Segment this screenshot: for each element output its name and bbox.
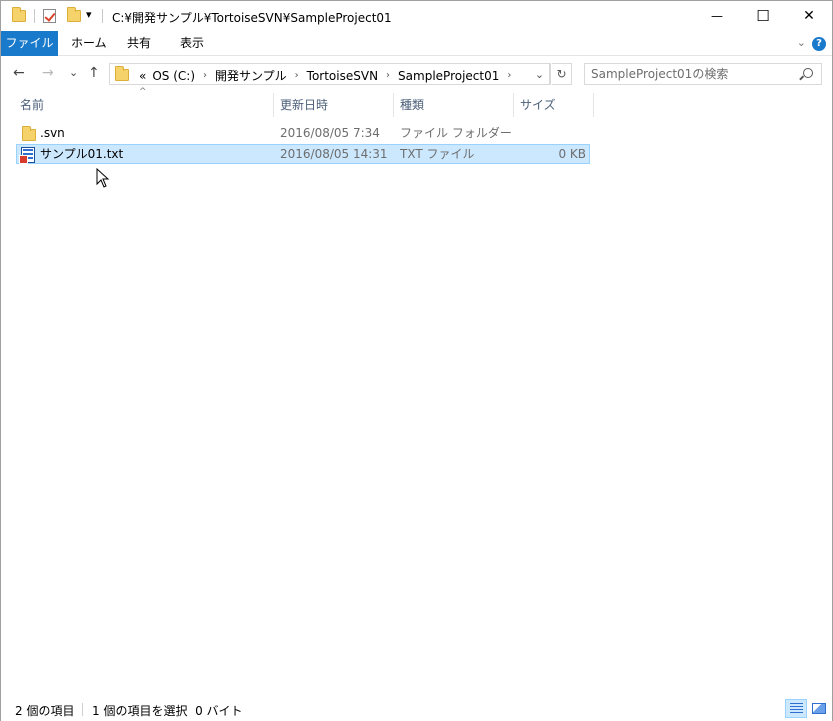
ribbon-tabs: ファイル ホーム 共有 表示 ⌄ ? — [1, 31, 832, 56]
close-button[interactable]: ✕ — [786, 1, 832, 31]
chevron-right-icon[interactable]: › — [291, 70, 303, 81]
breadcrumb-overflow[interactable]: « — [135, 69, 148, 83]
recent-locations-icon[interactable]: ⌄ — [69, 66, 78, 79]
quick-access-dropdown-icon[interactable]: ▾ — [86, 8, 92, 21]
breadcrumb-drive[interactable]: OS (C:) — [148, 69, 199, 83]
mouse-cursor-icon — [96, 168, 110, 188]
address-bar[interactable]: « OS (C:) › 開発サンプル › TortoiseSVN › Sampl… — [109, 63, 551, 85]
text-file-icon — [19, 147, 35, 164]
window-title: C:¥開発サンプル¥TortoiseSVN¥SampleProject01 — [112, 11, 392, 25]
refresh-icon[interactable]: ↻ — [552, 63, 572, 85]
properties-checkmark-icon[interactable] — [43, 9, 56, 23]
chevron-right-icon[interactable]: › — [382, 70, 394, 81]
file-size: 0 KB — [558, 147, 586, 161]
search-icon[interactable] — [803, 68, 813, 78]
explorer-window: ▾ C:¥開発サンプル¥TortoiseSVN¥SampleProject01 … — [0, 0, 833, 721]
maximize-button[interactable]: ☐ — [740, 1, 786, 31]
file-row[interactable]: .svn 2016/08/05 7:34 ファイル フォルダー — [16, 123, 590, 143]
column-header-type[interactable]: 種類 — [394, 93, 514, 117]
file-modified: 2016/08/05 7:34 — [280, 126, 380, 140]
breadcrumb-folder[interactable]: 開発サンプル — [211, 67, 291, 84]
status-divider — [82, 703, 83, 716]
file-name: サンプル01.txt — [40, 147, 124, 161]
folder-icon — [115, 66, 129, 81]
item-count: 2 個の項目 — [15, 704, 75, 718]
column-header-name[interactable]: 名前 — [14, 93, 274, 117]
quick-access-toolbar — [12, 7, 26, 24]
details-view-icon — [789, 703, 803, 714]
help-icon[interactable]: ? — [812, 37, 826, 51]
file-row-selected[interactable]: サンプル01.txt 2016/08/05 14:31 TXT ファイル 0 K… — [16, 144, 590, 164]
address-dropdown-icon[interactable]: ⌄ — [530, 64, 550, 84]
minimize-button[interactable]: — — [694, 1, 740, 31]
search-box[interactable] — [584, 63, 822, 85]
tab-file[interactable]: ファイル — [1, 31, 58, 56]
breadcrumb-folder[interactable]: TortoiseSVN — [303, 69, 382, 83]
search-input[interactable] — [591, 66, 791, 82]
file-type: ファイル フォルダー — [400, 126, 512, 140]
large-icons-view-icon — [812, 703, 826, 714]
navigation-bar: ← → ⌄ ↑ « OS (C:) › 開発サンプル › TortoiseSVN… — [1, 57, 832, 91]
column-header-modified[interactable]: 更新日時 — [274, 93, 394, 117]
back-arrow-icon[interactable]: ← — [13, 65, 25, 81]
tab-view[interactable]: 表示 — [170, 31, 214, 56]
new-folder-icon[interactable] — [67, 7, 81, 22]
status-bar: 2 個の項目 1 個の項目を選択 0 バイト — [1, 697, 832, 721]
file-name: .svn — [40, 126, 65, 140]
selection-info: 1 個の項目を選択 0 バイト — [92, 704, 243, 718]
tab-share[interactable]: 共有 — [117, 31, 161, 56]
file-modified: 2016/08/05 14:31 — [280, 147, 388, 161]
title-bar: ▾ C:¥開発サンプル¥TortoiseSVN¥SampleProject01 … — [1, 1, 832, 31]
expand-ribbon-icon[interactable]: ⌄ — [797, 36, 806, 49]
chevron-right-icon[interactable]: › — [503, 70, 515, 81]
forward-arrow-icon[interactable]: → — [42, 65, 54, 81]
folder-icon[interactable] — [12, 7, 26, 22]
up-arrow-icon[interactable]: ↑ — [88, 65, 100, 81]
chevron-right-icon[interactable]: › — [199, 70, 211, 81]
tab-home[interactable]: ホーム — [61, 31, 117, 56]
breadcrumb: « OS (C:) › 開発サンプル › TortoiseSVN › Sampl… — [135, 67, 515, 84]
large-icons-view-button[interactable] — [808, 699, 830, 718]
title-divider — [102, 9, 103, 23]
column-header-size[interactable]: サイズ — [514, 93, 594, 117]
file-type: TXT ファイル — [400, 147, 475, 161]
breadcrumb-current[interactable]: SampleProject01 — [394, 69, 503, 83]
details-view-button[interactable] — [785, 699, 807, 718]
folder-icon — [22, 126, 36, 141]
toolbar-divider — [34, 9, 35, 23]
